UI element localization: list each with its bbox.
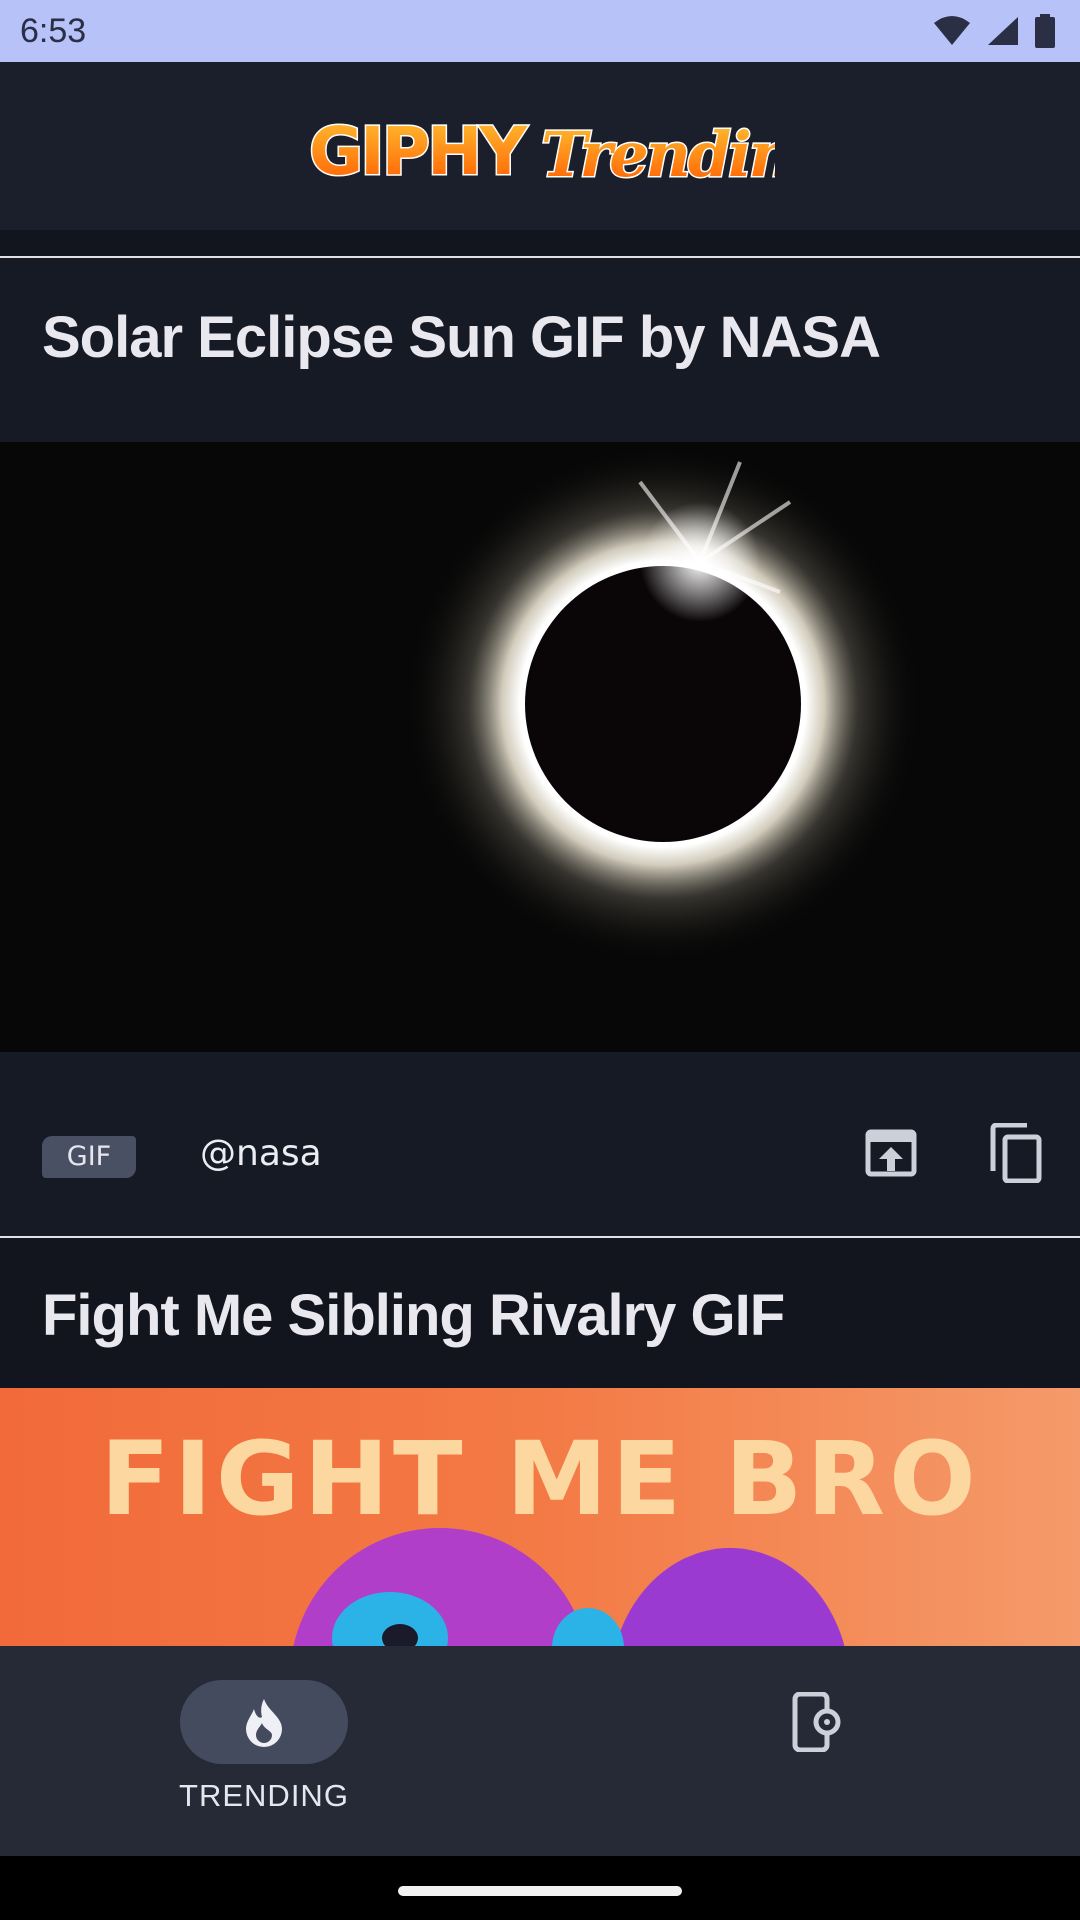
nav-item-settings[interactable] xyxy=(732,1680,900,1764)
gesture-area xyxy=(0,1856,1080,1920)
copy-icon xyxy=(990,1123,1042,1183)
share-open-icon xyxy=(865,1129,917,1177)
status-icons xyxy=(932,14,1056,48)
share-button[interactable] xyxy=(860,1122,922,1184)
phone-settings-icon xyxy=(792,1692,841,1752)
flame-icon xyxy=(246,1699,282,1747)
bottom-nav: TRENDING xyxy=(0,1646,1080,1856)
nav-label-trending: TRENDING xyxy=(179,1778,349,1813)
signal-icon xyxy=(988,17,1018,45)
nav-item-trending[interactable]: TRENDING xyxy=(179,1680,349,1814)
gif-image-solar-eclipse[interactable] xyxy=(0,442,1080,1052)
home-gesture-bar[interactable] xyxy=(398,1886,682,1896)
svg-text:Trending: Trending xyxy=(541,118,775,191)
nav-pill xyxy=(732,1680,900,1764)
gif-type-badge: GIF xyxy=(42,1136,136,1178)
giphy-trending-logo: GIPHY Trending xyxy=(0,104,1080,198)
app-bar: GIPHY Trending xyxy=(0,62,1080,230)
card-title: Solar Eclipse Sun GIF by NASA xyxy=(42,305,881,370)
battery-icon xyxy=(1035,14,1055,48)
gif-image-fight-me-bro[interactable]: FIGHT ME BRO xyxy=(0,1388,1080,1646)
svg-text:FIGHT ME BRO: FIGHT ME BRO xyxy=(100,1420,980,1539)
svg-text:GIPHY: GIPHY xyxy=(309,113,528,190)
status-bar: 6:53 xyxy=(0,0,1080,62)
status-time: 6:53 xyxy=(20,12,87,50)
copy-button[interactable] xyxy=(985,1122,1047,1184)
nav-pill-selected xyxy=(180,1680,348,1764)
card-title: Fight Me Sibling Rivalry GIF xyxy=(42,1283,785,1348)
wifi-icon xyxy=(934,16,970,45)
username-link[interactable]: @nasa xyxy=(200,1133,322,1174)
